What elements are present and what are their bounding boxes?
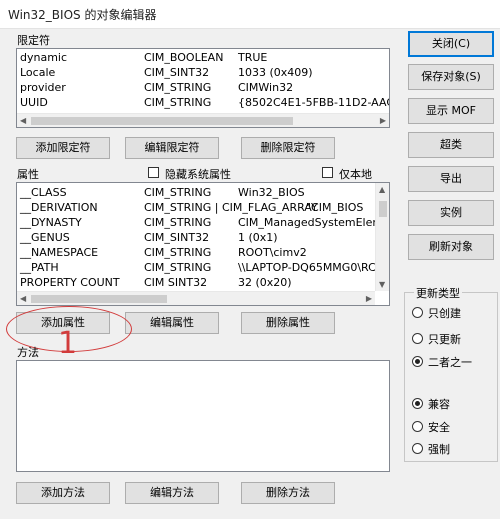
local-only-checkbox[interactable] bbox=[322, 167, 333, 178]
property-value: "CIM_BIOS bbox=[306, 201, 364, 214]
qualifier-type: CIM_STRING bbox=[144, 81, 212, 94]
compatible-label: 兼容 bbox=[428, 398, 450, 411]
qualifier-value: {8502C4E1-5FBB-11D2-AAC1- bbox=[238, 96, 389, 109]
property-value: CIM_ManagedSystemElem bbox=[238, 216, 375, 229]
scroll-left-icon[interactable]: ◀ bbox=[20, 294, 26, 303]
show-mof-button[interactable]: 显示 MOF bbox=[408, 98, 494, 124]
scroll-left-icon[interactable]: ◀ bbox=[20, 116, 26, 125]
radio-either[interactable] bbox=[412, 356, 423, 367]
radio-compatible[interactable] bbox=[412, 398, 423, 409]
property-type: CIM_STRING | CIM_FLAG_ARRAY bbox=[144, 201, 318, 214]
force-label: 强制 bbox=[428, 443, 450, 456]
delete-property-button[interactable]: 删除属性 bbox=[241, 312, 335, 334]
radio-safe[interactable] bbox=[412, 421, 423, 432]
instances-button[interactable]: 实例 bbox=[408, 200, 494, 226]
properties-label: 属性 bbox=[17, 168, 39, 181]
qualifiers-hscroll-thumb[interactable] bbox=[31, 117, 293, 125]
qualifier-row[interactable]: provider CIM_STRING CIMWin32 bbox=[17, 81, 377, 96]
properties-list[interactable]: __CLASS CIM_STRING Win32_BIOS __DERIVATI… bbox=[16, 182, 390, 306]
scroll-up-icon[interactable]: ▲ bbox=[379, 185, 385, 194]
title-bar: Win32_BIOS 的对象编辑器 bbox=[0, 0, 500, 29]
qualifier-name: Locale bbox=[20, 66, 56, 79]
scroll-right-icon[interactable]: ▶ bbox=[366, 294, 372, 303]
qualifier-type: CIM_SINT32 bbox=[144, 66, 210, 79]
property-value: Win32_BIOS bbox=[238, 186, 305, 199]
annotation-number: 1 bbox=[58, 326, 78, 361]
property-value: 32 (0x20) bbox=[238, 276, 292, 289]
radio-create-only[interactable] bbox=[412, 307, 423, 318]
property-row[interactable]: PROPERTY COUNT CIM SINT32 32 (0x20) bbox=[17, 276, 375, 291]
qualifier-type: CIM_STRING bbox=[144, 96, 212, 109]
property-name: __NAMESPACE bbox=[20, 246, 99, 259]
add-qualifier-button[interactable]: 添加限定符 bbox=[16, 137, 110, 159]
create-only-label: 只创建 bbox=[428, 307, 461, 320]
qualifier-row[interactable]: dynamic CIM_BOOLEAN TRUE bbox=[17, 51, 377, 66]
update-only-label: 只更新 bbox=[428, 333, 461, 346]
property-value: ROOT\cimv2 bbox=[238, 246, 307, 259]
scroll-down-icon[interactable]: ▼ bbox=[379, 280, 385, 289]
property-name: __PATH bbox=[20, 261, 59, 274]
hide-system-properties-label: 隐藏系统属性 bbox=[165, 168, 231, 181]
qualifiers-list[interactable]: dynamic CIM_BOOLEAN TRUE Locale CIM_SINT… bbox=[16, 48, 390, 128]
property-row[interactable]: __CLASS CIM_STRING Win32_BIOS bbox=[17, 186, 375, 201]
property-name: __DYNASTY bbox=[20, 216, 82, 229]
either-label: 二者之一 bbox=[428, 356, 472, 369]
property-name: PROPERTY COUNT bbox=[20, 276, 120, 289]
property-type: CIM_STRING bbox=[144, 216, 212, 229]
methods-label: 方法 bbox=[17, 346, 39, 359]
property-row[interactable]: __DYNASTY CIM_STRING CIM_ManagedSystemEl… bbox=[17, 216, 375, 231]
property-row[interactable]: __PATH CIM_STRING \\LAPTOP-DQ65MMG0\RC bbox=[17, 261, 375, 276]
property-value: \\LAPTOP-DQ65MMG0\RC bbox=[238, 261, 375, 274]
delete-qualifier-button[interactable]: 删除限定符 bbox=[241, 137, 335, 159]
property-name: __CLASS bbox=[20, 186, 67, 199]
properties-hscrollbar[interactable]: ◀ ▶ bbox=[17, 291, 375, 305]
property-name: __DERIVATION bbox=[20, 201, 98, 214]
property-type: CIM_STRING bbox=[144, 246, 212, 259]
delete-method-button[interactable]: 删除方法 bbox=[241, 482, 335, 504]
properties-vscrollbar[interactable]: ▲ ▼ bbox=[375, 183, 389, 291]
qualifier-name: dynamic bbox=[20, 51, 68, 64]
hide-system-properties-checkbox[interactable] bbox=[148, 167, 159, 178]
local-only-label: 仅本地 bbox=[339, 168, 372, 181]
property-type: CIM_SINT32 bbox=[144, 231, 210, 244]
properties-vscroll-thumb[interactable] bbox=[379, 201, 387, 217]
edit-property-button[interactable]: 编辑属性 bbox=[125, 312, 219, 334]
qualifier-type: CIM_BOOLEAN bbox=[144, 51, 224, 64]
add-method-button[interactable]: 添加方法 bbox=[16, 482, 110, 504]
qualifier-value: TRUE bbox=[238, 51, 268, 64]
scroll-right-icon[interactable]: ▶ bbox=[380, 116, 386, 125]
property-row[interactable]: __DERIVATION CIM_STRING | CIM_FLAG_ARRAY… bbox=[17, 201, 375, 216]
properties-hscroll-thumb[interactable] bbox=[31, 295, 167, 303]
safe-label: 安全 bbox=[428, 421, 450, 434]
property-type: CIM SINT32 bbox=[144, 276, 208, 289]
superclass-button[interactable]: 超类 bbox=[408, 132, 494, 158]
refresh-object-button[interactable]: 刷新对象 bbox=[408, 234, 494, 260]
save-object-button[interactable]: 保存对象(S) bbox=[408, 64, 494, 90]
update-type-label: 更新类型 bbox=[414, 285, 462, 301]
property-type: CIM_STRING bbox=[144, 261, 212, 274]
qualifiers-label: 限定符 bbox=[17, 34, 50, 47]
methods-list[interactable] bbox=[16, 360, 390, 472]
qualifier-value: CIMWin32 bbox=[238, 81, 294, 94]
close-button[interactable]: 关闭(C) bbox=[408, 31, 494, 57]
qualifiers-hscrollbar[interactable]: ◀ ▶ bbox=[17, 113, 389, 127]
property-row[interactable]: __GENUS CIM_SINT32 1 (0x1) bbox=[17, 231, 375, 246]
property-name: __GENUS bbox=[20, 231, 70, 244]
radio-update-only[interactable] bbox=[412, 333, 423, 344]
qualifier-row[interactable]: Locale CIM_SINT32 1033 (0x409) bbox=[17, 66, 377, 81]
export-button[interactable]: 导出 bbox=[408, 166, 494, 192]
property-row[interactable]: __NAMESPACE CIM_STRING ROOT\cimv2 bbox=[17, 246, 375, 261]
property-type: CIM_STRING bbox=[144, 186, 212, 199]
property-value: 1 (0x1) bbox=[238, 231, 278, 244]
edit-method-button[interactable]: 编辑方法 bbox=[125, 482, 219, 504]
radio-force[interactable] bbox=[412, 443, 423, 454]
qualifier-value: 1033 (0x409) bbox=[238, 66, 313, 79]
edit-qualifier-button[interactable]: 编辑限定符 bbox=[125, 137, 219, 159]
qualifier-name: provider bbox=[20, 81, 66, 94]
qualifier-name: UUID bbox=[20, 96, 48, 109]
window-title: Win32_BIOS 的对象编辑器 bbox=[8, 8, 157, 22]
qualifier-row[interactable]: UUID CIM_STRING {8502C4E1-5FBB-11D2-AAC1… bbox=[17, 96, 389, 111]
